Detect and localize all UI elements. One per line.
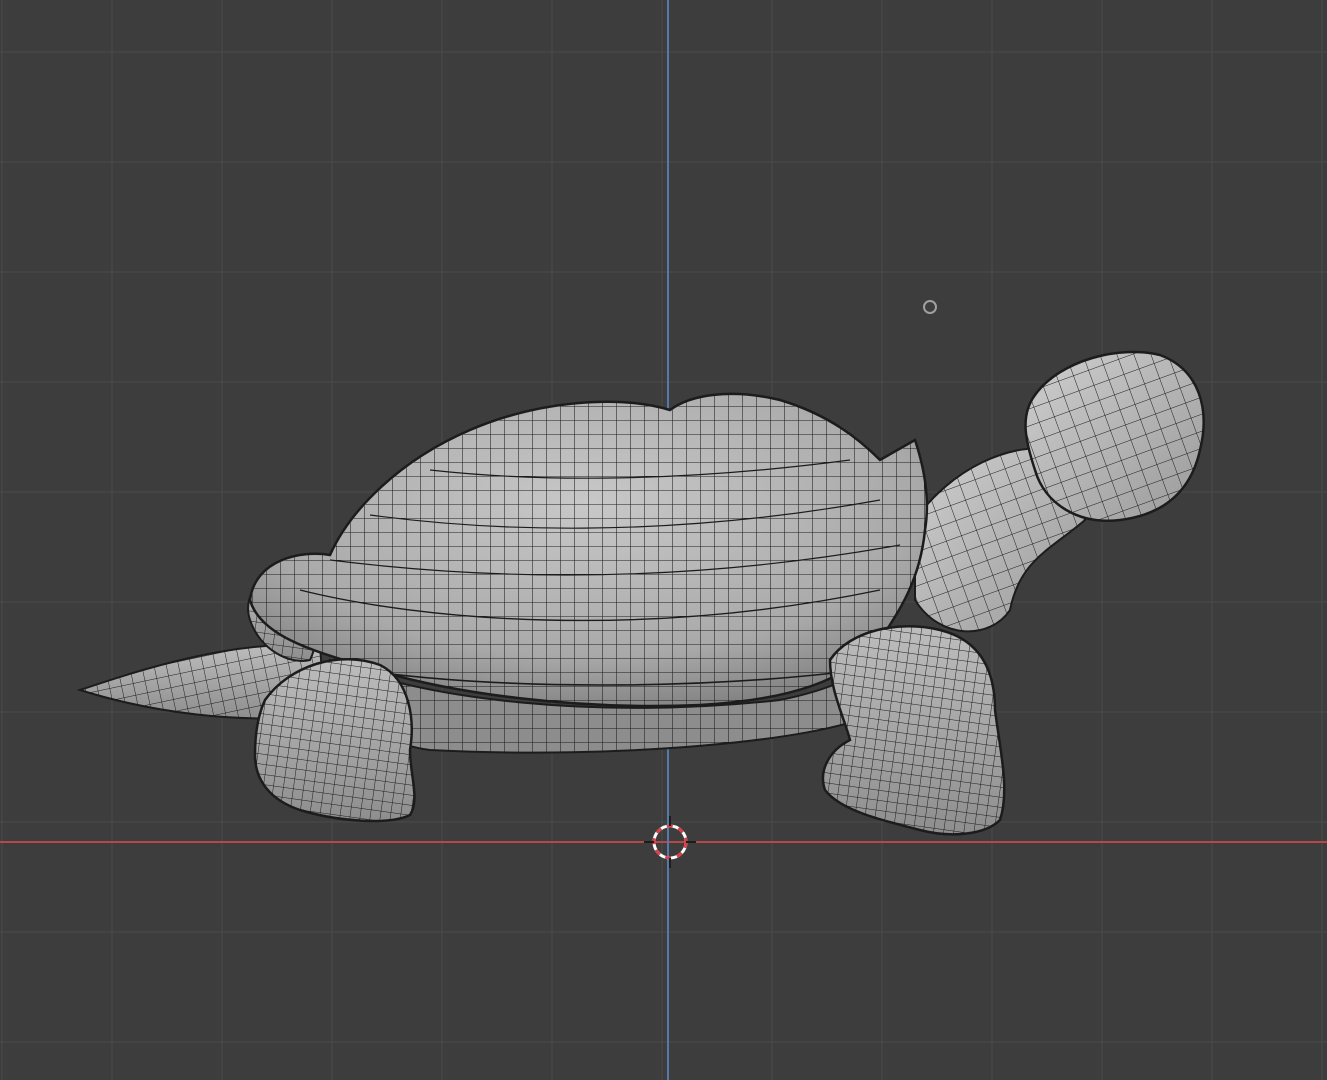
turtle-head[interactable] xyxy=(1024,350,1205,523)
3d-viewport[interactable] xyxy=(0,0,1327,1080)
turtle-mesh[interactable] xyxy=(76,350,1205,836)
viewport-canvas[interactable] xyxy=(0,0,1327,1080)
turtle-front-leg-near[interactable] xyxy=(821,625,1006,836)
light-icon[interactable] xyxy=(923,300,937,314)
turtle-back-leg-near[interactable] xyxy=(253,657,416,823)
